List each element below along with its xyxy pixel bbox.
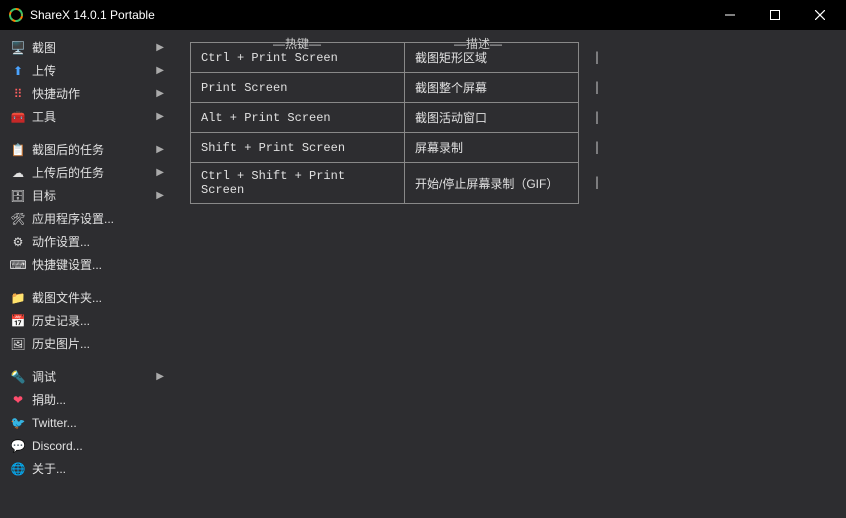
sidebar-item-label: 工具 bbox=[32, 108, 156, 125]
image-history-icon: 🖼 bbox=[10, 336, 26, 352]
sidebar-item-label: Twitter... bbox=[32, 416, 164, 430]
hotkey-description: 屏幕录制 bbox=[405, 133, 579, 163]
sidebar-item-label: 调试 bbox=[32, 368, 156, 385]
sidebar-item-label: 上传 bbox=[32, 62, 156, 79]
row-marker: | bbox=[585, 50, 605, 64]
sidebar-item[interactable]: 🌐 关于... bbox=[0, 457, 170, 480]
main-panel: Ctrl + Print Screen截图矩形区域Print Screen截图整… bbox=[170, 30, 846, 518]
sidebar-separator bbox=[0, 276, 170, 286]
app-settings-icon: 🛠 bbox=[10, 211, 26, 227]
close-button[interactable] bbox=[797, 0, 842, 30]
sidebar-item[interactable]: 🖥️ 截图▶ bbox=[0, 36, 170, 59]
quick-actions-icon: ⠿ bbox=[10, 86, 26, 102]
row-marker: | bbox=[585, 80, 605, 94]
folder-icon: 📁 bbox=[10, 290, 26, 306]
header-description: —描述— bbox=[408, 35, 548, 52]
row-marker: | bbox=[585, 175, 605, 189]
titlebar: ShareX 14.0.1 Portable bbox=[0, 0, 846, 30]
submenu-arrow-icon: ▶ bbox=[156, 42, 164, 53]
sidebar-item[interactable]: 📁 截图文件夹... bbox=[0, 286, 170, 309]
sidebar-item-label: 快捷动作 bbox=[32, 85, 156, 102]
hotkey-row[interactable]: Alt + Print Screen截图活动窗口 bbox=[191, 103, 579, 133]
sidebar-item[interactable]: 📅 历史记录... bbox=[0, 309, 170, 332]
submenu-arrow-icon: ▶ bbox=[156, 190, 164, 201]
sidebar-item-label: 动作设置... bbox=[32, 233, 164, 250]
sidebar-item-label: Discord... bbox=[32, 439, 164, 453]
sidebar: 🖥️截图▶⬆上传▶⠿快捷动作▶🧰工具▶📋截图后的任务▶☁上传后的任务▶🗄目标▶🛠… bbox=[0, 30, 170, 518]
sidebar-separator bbox=[0, 128, 170, 138]
sharex-logo-icon bbox=[8, 7, 24, 23]
hotkey-description: 截图整个屏幕 bbox=[405, 73, 579, 103]
submenu-arrow-icon: ▶ bbox=[156, 167, 164, 178]
submenu-arrow-icon: ▶ bbox=[156, 371, 164, 382]
upload-icon: ⬆ bbox=[10, 63, 26, 79]
sidebar-item-label: 目标 bbox=[32, 187, 156, 204]
window-controls bbox=[707, 0, 842, 30]
after-capture-icon: 📋 bbox=[10, 142, 26, 158]
hotkey-description: 开始/停止屏幕录制（GIF） bbox=[405, 163, 579, 204]
submenu-arrow-icon: ▶ bbox=[156, 88, 164, 99]
submenu-arrow-icon: ▶ bbox=[156, 111, 164, 122]
twitter-icon: 🐦 bbox=[10, 415, 26, 431]
sidebar-item[interactable]: 🖼 历史图片... bbox=[0, 332, 170, 355]
discord-icon: 💬 bbox=[10, 438, 26, 454]
submenu-arrow-icon: ▶ bbox=[156, 144, 164, 155]
row-marker: | bbox=[585, 140, 605, 154]
sidebar-item-label: 关于... bbox=[32, 460, 164, 477]
sidebar-item[interactable]: 🛠 应用程序设置... bbox=[0, 207, 170, 230]
debug-icon: 🔦 bbox=[10, 369, 26, 385]
sidebar-item[interactable]: ⬆ 上传▶ bbox=[0, 59, 170, 82]
task-settings-icon: ⚙ bbox=[10, 234, 26, 250]
sidebar-item-label: 历史记录... bbox=[32, 312, 164, 329]
history-icon: 📅 bbox=[10, 313, 26, 329]
sidebar-separator bbox=[0, 355, 170, 365]
sidebar-item[interactable]: ☁ 上传后的任务▶ bbox=[0, 161, 170, 184]
hotkey-key: Shift + Print Screen bbox=[191, 133, 405, 163]
sidebar-item-label: 截图 bbox=[32, 39, 156, 56]
window-title: ShareX 14.0.1 Portable bbox=[30, 8, 707, 22]
sidebar-item-label: 快捷键设置... bbox=[32, 256, 164, 273]
hotkey-table: Ctrl + Print Screen截图矩形区域Print Screen截图整… bbox=[190, 42, 579, 204]
sidebar-item[interactable]: ⚙ 动作设置... bbox=[0, 230, 170, 253]
sidebar-item[interactable]: ⌨ 快捷键设置... bbox=[0, 253, 170, 276]
hotkey-row[interactable]: Print Screen截图整个屏幕 bbox=[191, 73, 579, 103]
hotkey-description: 截图活动窗口 bbox=[405, 103, 579, 133]
sidebar-item[interactable]: 💬 Discord... bbox=[0, 434, 170, 457]
donate-icon: ❤ bbox=[10, 392, 26, 408]
sidebar-item[interactable]: ⠿ 快捷动作▶ bbox=[0, 82, 170, 105]
sidebar-item[interactable]: ❤ 捐助... bbox=[0, 388, 170, 411]
maximize-button[interactable] bbox=[752, 0, 797, 30]
minimize-button[interactable] bbox=[707, 0, 752, 30]
destinations-icon: 🗄 bbox=[10, 188, 26, 204]
hotkey-panel: Ctrl + Print Screen截图矩形区域Print Screen截图整… bbox=[190, 42, 826, 204]
sidebar-item[interactable]: 🧰 工具▶ bbox=[0, 105, 170, 128]
sidebar-item[interactable]: 🔦 调试▶ bbox=[0, 365, 170, 388]
hotkey-key: Alt + Print Screen bbox=[191, 103, 405, 133]
sidebar-item-label: 应用程序设置... bbox=[32, 210, 164, 227]
window-body: 🖥️截图▶⬆上传▶⠿快捷动作▶🧰工具▶📋截图后的任务▶☁上传后的任务▶🗄目标▶🛠… bbox=[0, 30, 846, 518]
sidebar-item-label: 历史图片... bbox=[32, 335, 164, 352]
hotkey-key: Ctrl + Shift + Print Screen bbox=[191, 163, 405, 204]
hotkey-row[interactable]: Shift + Print Screen屏幕录制 bbox=[191, 133, 579, 163]
sidebar-item[interactable]: 🗄 目标▶ bbox=[0, 184, 170, 207]
header-hotkey: —热键— bbox=[190, 35, 404, 52]
hotkey-settings-icon: ⌨ bbox=[10, 257, 26, 273]
sidebar-item[interactable]: 🐦 Twitter... bbox=[0, 411, 170, 434]
hotkey-key: Print Screen bbox=[191, 73, 405, 103]
app-window: ShareX 14.0.1 Portable 🖥️截图▶⬆上传▶⠿快捷动作▶🧰工… bbox=[0, 0, 846, 518]
about-icon: 🌐 bbox=[10, 461, 26, 477]
row-marker: | bbox=[585, 110, 605, 124]
after-upload-icon: ☁ bbox=[10, 165, 26, 181]
submenu-arrow-icon: ▶ bbox=[156, 65, 164, 76]
sidebar-item[interactable]: 📋 截图后的任务▶ bbox=[0, 138, 170, 161]
screenshot-icon: 🖥️ bbox=[10, 40, 26, 56]
sidebar-item-label: 截图后的任务 bbox=[32, 141, 156, 158]
sidebar-item-label: 捐助... bbox=[32, 391, 164, 408]
sidebar-item-label: 上传后的任务 bbox=[32, 164, 156, 181]
hotkey-row[interactable]: Ctrl + Shift + Print Screen开始/停止屏幕录制（GIF… bbox=[191, 163, 579, 204]
sidebar-item-label: 截图文件夹... bbox=[32, 289, 164, 306]
tools-icon: 🧰 bbox=[10, 109, 26, 125]
